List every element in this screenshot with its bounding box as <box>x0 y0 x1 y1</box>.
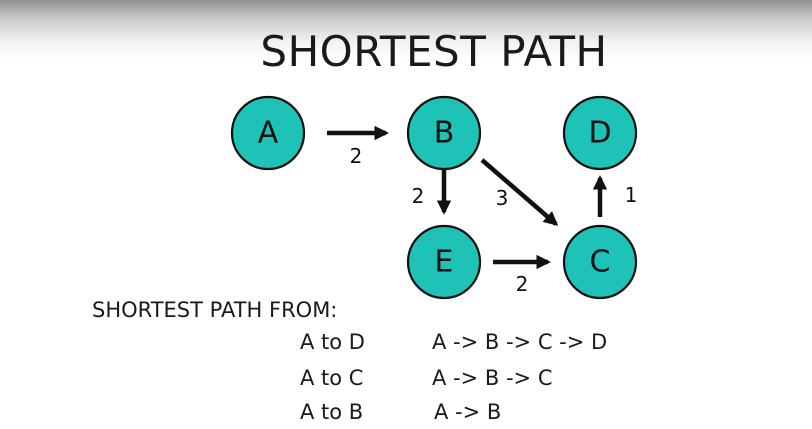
node-c-label: C <box>590 245 611 280</box>
summary-row: A to C A -> B -> C <box>0 362 812 394</box>
summary-row: A to B A -> B <box>0 396 812 428</box>
edge-c-d-weight: 1 <box>625 183 638 207</box>
summary-row-pair: A to B <box>300 400 364 424</box>
summary-row-pair: A to D <box>300 330 365 354</box>
node-b: B <box>406 95 482 171</box>
edge-b-c-weight: 3 <box>496 186 509 210</box>
summary-heading: SHORTEST PATH FROM: <box>92 298 338 322</box>
summary-row-route: A -> B -> C <box>432 366 553 390</box>
node-b-label: B <box>434 116 455 151</box>
summary-row-pair: A to C <box>300 366 364 390</box>
summary-row: A to D A -> B -> C -> D <box>0 326 812 358</box>
node-d: D <box>562 95 638 171</box>
node-a-label: A <box>258 116 279 151</box>
edge-e-c-weight: 2 <box>516 272 529 296</box>
edge-b-e-weight: 2 <box>412 184 425 208</box>
node-d-label: D <box>588 116 611 151</box>
node-c: C <box>562 224 638 300</box>
edge-c-d: 1 <box>592 175 638 217</box>
summary-row-route: A -> B <box>434 400 502 424</box>
edge-b-c: 3 <box>480 158 559 226</box>
node-e: E <box>406 224 482 300</box>
edge-e-c: 2 <box>493 254 551 296</box>
node-a: A <box>230 95 306 171</box>
edge-a-b-weight: 2 <box>350 144 363 168</box>
summary-row-route: A -> B -> C -> D <box>432 330 608 354</box>
node-e-label: E <box>435 245 454 280</box>
edge-b-e: 2 <box>412 170 452 215</box>
edge-a-b: 2 <box>327 125 389 168</box>
edge-b-c-arrow <box>480 158 559 226</box>
